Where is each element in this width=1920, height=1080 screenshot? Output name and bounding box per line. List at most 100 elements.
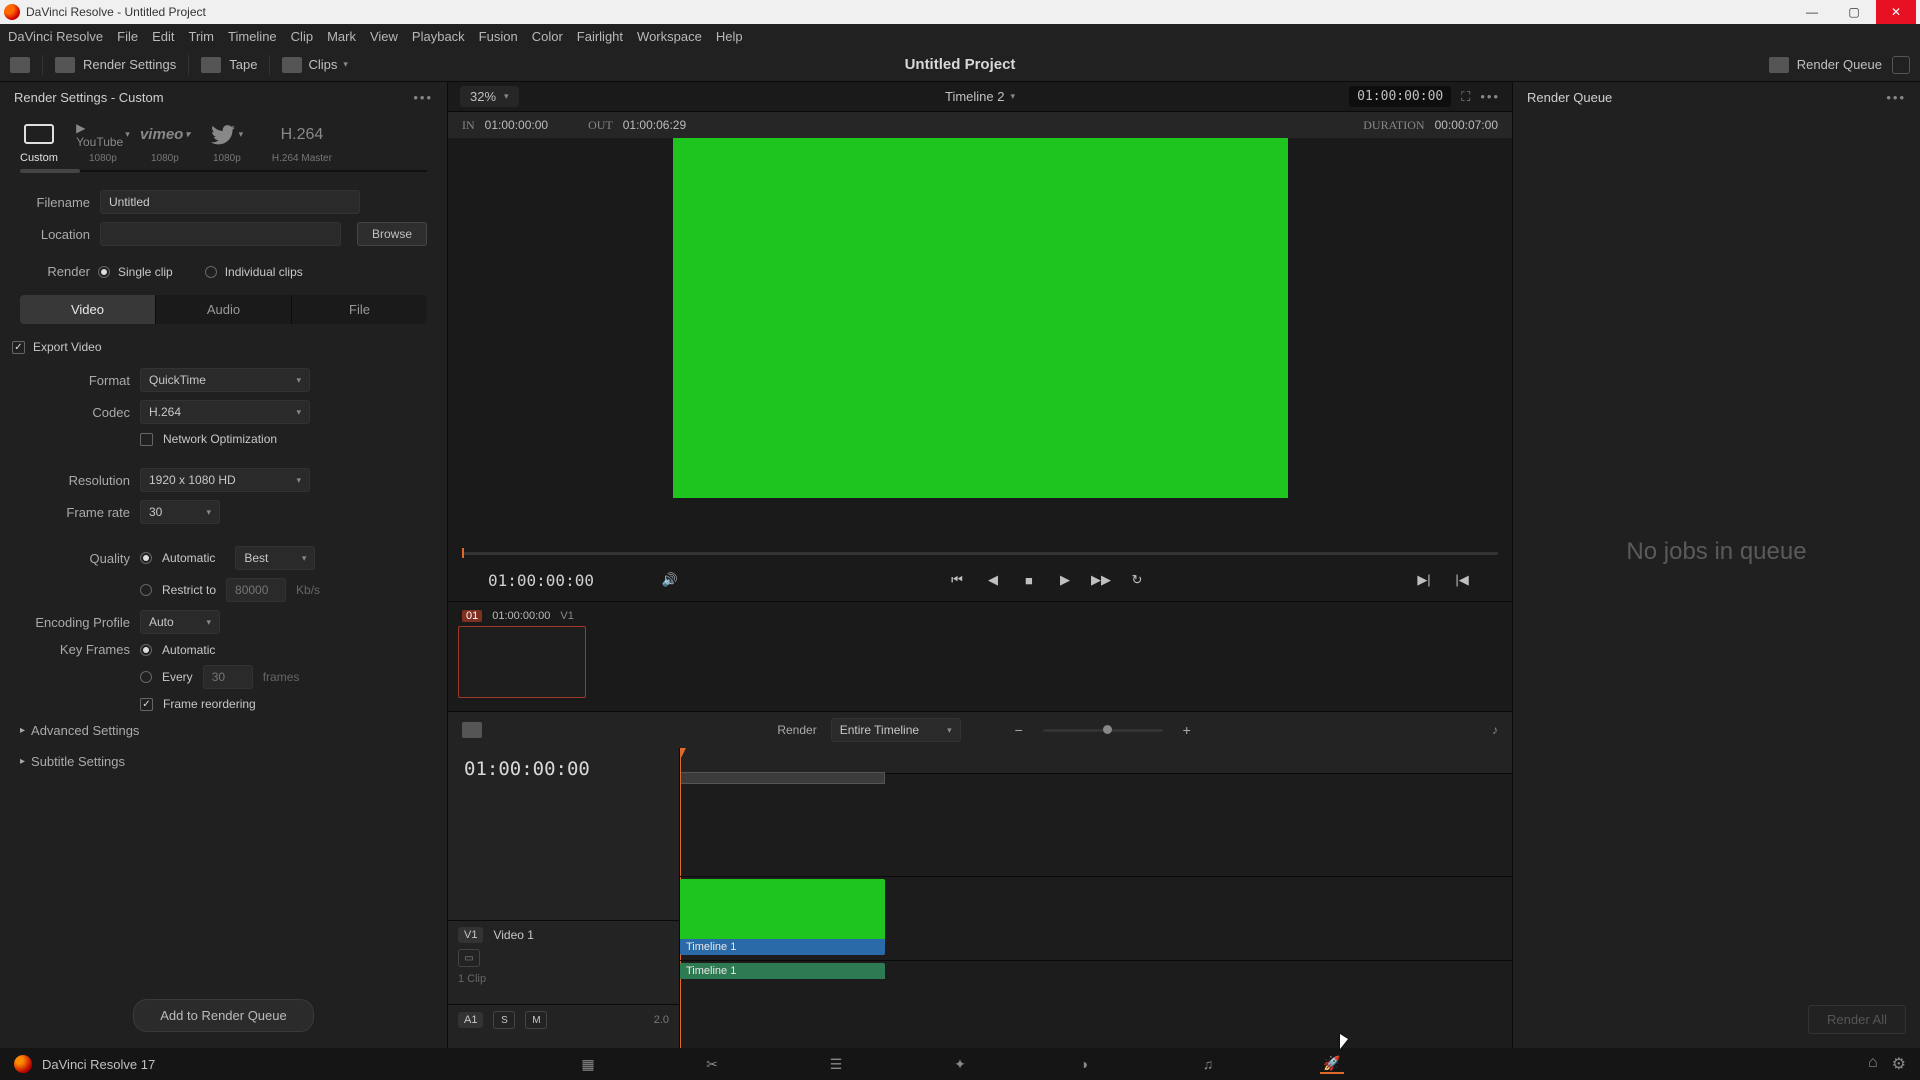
add-to-render-queue-button[interactable]: Add to Render Queue	[133, 999, 313, 1032]
timeline-zoom-slider[interactable]	[1043, 729, 1163, 732]
individual-clips-radio[interactable]	[205, 266, 217, 278]
preset-vimeo[interactable]: vimeo▾ 1080p	[148, 123, 182, 164]
zoom-in-button[interactable]: +	[1177, 722, 1197, 738]
tab-video[interactable]: Video	[20, 295, 156, 324]
keyframes-every-radio[interactable]	[140, 671, 152, 683]
menu-edit[interactable]: Edit	[152, 29, 174, 44]
next-clip-button[interactable]: ▶|	[1414, 570, 1434, 590]
transport-timecode[interactable]: 01:00:00:00	[488, 571, 594, 590]
track-head-v1[interactable]: V1 Video 1 ▭ 1 Clip	[448, 920, 679, 1004]
menu-davinci[interactable]: DaVinci Resolve	[8, 29, 103, 44]
loop-button[interactable]: ↻	[1127, 570, 1147, 590]
page-color[interactable]: ◑	[1072, 1054, 1096, 1074]
close-button[interactable]: ✕	[1876, 0, 1916, 24]
timeline-selector[interactable]: Timeline 2▾	[945, 89, 1015, 104]
menu-playback[interactable]: Playback	[412, 29, 465, 44]
video-clip[interactable]: Timeline 1	[680, 879, 885, 955]
timeline-ruler[interactable]	[680, 748, 1512, 774]
subtitle-settings-expander[interactable]: ▸Subtitle Settings	[0, 746, 447, 777]
v1-toggle-icon[interactable]: ▭	[458, 949, 480, 967]
menu-workspace[interactable]: Workspace	[637, 29, 702, 44]
zoom-out-button[interactable]: −	[1009, 722, 1029, 738]
settings-gear-icon[interactable]: ⚙	[1892, 1054, 1906, 1074]
advanced-settings-expander[interactable]: ▸Advanced Settings	[0, 715, 447, 746]
menu-clip[interactable]: Clip	[291, 29, 313, 44]
timeline-tracks[interactable]: Timeline 1 Timeline 1	[680, 748, 1512, 1048]
workspace-layout-icon[interactable]	[10, 57, 30, 73]
menu-view[interactable]: View	[370, 29, 398, 44]
menu-file[interactable]: File	[117, 29, 138, 44]
home-icon[interactable]: ⌂	[1868, 1054, 1878, 1074]
tape-toggle[interactable]: Tape	[201, 57, 257, 73]
filename-input[interactable]	[100, 190, 360, 214]
menu-fusion[interactable]: Fusion	[479, 29, 518, 44]
track-head-a1[interactable]: A1 S M 2.0	[448, 1004, 679, 1048]
frame-reorder-checkbox[interactable]	[140, 698, 153, 711]
menu-fairlight[interactable]: Fairlight	[577, 29, 623, 44]
panel-options-icon[interactable]: •••	[413, 90, 433, 105]
preset-h264[interactable]: H.264 H.264 Master	[272, 123, 332, 164]
step-fwd-button[interactable]: ▶▶	[1091, 570, 1111, 590]
viewer-canvas[interactable]	[448, 138, 1512, 559]
quality-auto-radio[interactable]	[140, 552, 152, 564]
page-fusion[interactable]: ✦	[948, 1054, 972, 1074]
step-back-button[interactable]: ◀	[983, 570, 1003, 590]
keyframes-auto-radio[interactable]	[140, 644, 152, 656]
tab-audio[interactable]: Audio	[156, 295, 292, 324]
queue-options-icon[interactable]: •••	[1886, 90, 1906, 105]
menu-help[interactable]: Help	[716, 29, 743, 44]
viewport-expand-icon[interactable]: ⛶	[1461, 89, 1470, 105]
network-opt-checkbox[interactable]	[140, 433, 153, 446]
clip-thumbnail[interactable]	[458, 626, 586, 698]
menu-color[interactable]: Color	[532, 29, 563, 44]
menu-mark[interactable]: Mark	[327, 29, 356, 44]
render-range-dropdown[interactable]: Entire Timeline▾	[831, 718, 961, 742]
quality-restrict-radio[interactable]	[140, 584, 152, 596]
tab-file[interactable]: File	[292, 295, 427, 324]
a1-mute-button[interactable]: M	[525, 1011, 547, 1029]
viewer-options-icon[interactable]: •••	[1480, 89, 1500, 104]
out-timecode[interactable]: 01:00:06:29	[623, 118, 686, 132]
keyframes-every-input[interactable]	[203, 665, 253, 689]
single-clip-radio[interactable]	[98, 266, 110, 278]
a1-solo-button[interactable]: S	[493, 1011, 515, 1029]
quality-best-dropdown[interactable]: Best▾	[235, 546, 315, 570]
timeline-timecode[interactable]: 01:00:00:00	[448, 748, 679, 790]
prev-clip-button[interactable]: |◀	[1452, 570, 1472, 590]
render-queue-toggle[interactable]: Render Queue	[1769, 57, 1882, 73]
maximize-button[interactable]: ▢	[1834, 0, 1874, 24]
framerate-dropdown[interactable]: 30▾	[140, 500, 220, 524]
page-media[interactable]: ▦	[576, 1054, 600, 1074]
zoom-dropdown[interactable]: 32%▾	[460, 86, 519, 107]
viewer-scrubber[interactable]	[462, 552, 1498, 555]
render-settings-toggle[interactable]: Render Settings	[55, 57, 176, 73]
page-deliver[interactable]: 🚀	[1320, 1054, 1344, 1074]
preset-scrollbar[interactable]	[20, 170, 427, 172]
clips-toggle[interactable]: Clips ▾	[282, 57, 347, 73]
quality-restrict-input[interactable]	[226, 578, 286, 602]
audio-clip[interactable]: Timeline 1	[680, 963, 885, 985]
format-dropdown[interactable]: QuickTime▾	[140, 368, 310, 392]
play-button[interactable]: ▶	[1055, 570, 1075, 590]
menu-trim[interactable]: Trim	[189, 29, 215, 44]
stop-button[interactable]: ■	[1019, 570, 1039, 590]
export-video-checkbox[interactable]	[12, 341, 25, 354]
timeline-view-options-icon[interactable]	[462, 722, 482, 738]
menu-timeline[interactable]: Timeline	[228, 29, 277, 44]
audio-meters-icon[interactable]: ♪	[1492, 723, 1498, 737]
go-first-button[interactable]: ⏮	[947, 570, 967, 590]
page-edit[interactable]: ☰	[824, 1054, 848, 1074]
preset-youtube[interactable]: ▶ YouTube▾ 1080p	[86, 123, 120, 164]
page-fairlight[interactable]: ♫	[1196, 1054, 1220, 1074]
in-timecode[interactable]: 01:00:00:00	[485, 118, 548, 132]
resolution-dropdown[interactable]: 1920 x 1080 HD▾	[140, 468, 310, 492]
expand-button[interactable]	[1892, 56, 1910, 74]
location-input[interactable]	[100, 222, 341, 246]
in-out-range[interactable]	[680, 772, 885, 784]
encprofile-dropdown[interactable]: Auto▾	[140, 610, 220, 634]
preset-twitter[interactable]: ▾ 1080p	[210, 123, 244, 164]
render-all-button[interactable]: Render All	[1808, 1005, 1906, 1034]
volume-icon[interactable]: 🔊	[660, 570, 680, 590]
preset-custom[interactable]: Custom	[20, 122, 58, 164]
page-cut[interactable]: ✂	[700, 1054, 724, 1074]
